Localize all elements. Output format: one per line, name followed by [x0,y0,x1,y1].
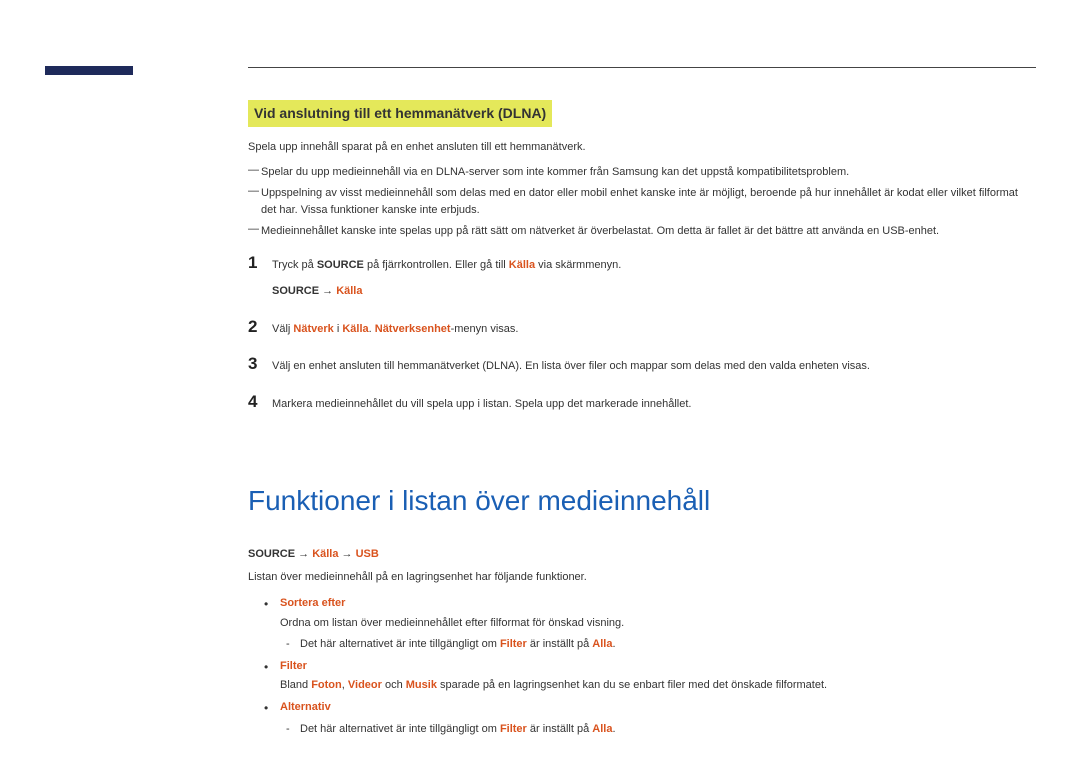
bullet-desc: Bland Foton, Videor och Musik sparade på… [280,677,1036,695]
step-text: -menyn visas. [451,323,519,335]
sub-text: . [612,723,615,735]
bullet-title: Filter [280,660,307,672]
bullet-filter: Filter Bland Foton, Videor och Musik spa… [264,658,1036,695]
step-text: Tryck på [272,259,317,271]
desc-red: Videor [348,679,382,691]
step-body: Välj en enhet ansluten till hemmanätverk… [272,358,1036,375]
desc-text: och [382,679,406,691]
nav-source-label: SOURCE [272,285,319,297]
step-body: Markera medieinnehållet du vill spela up… [272,396,1036,413]
step-red: Nätverksenhet [375,323,451,335]
sub-red: Alla [592,723,612,735]
step-body: Välj Nätverk i Källa. Nätverksenhet-meny… [272,321,1036,338]
step-4: 4 Markera medieinnehållet du vill spela … [248,393,1036,413]
nav-arrow: → [319,285,336,297]
bullet-title: Alternativ [280,701,331,713]
sub-text: är inställt på [527,723,592,735]
sub-text: Det här alternativet är inte tillgänglig… [300,638,500,650]
section-intro: Spela upp innehåll sparat på en enhet an… [248,139,1036,156]
sub-text: Det här alternativet är inte tillgänglig… [300,723,500,735]
step-number: 1 [248,254,272,271]
step-number: 2 [248,318,272,335]
bullet-desc: Ordna om listan över medieinnehållet eft… [280,615,1036,633]
nav-arrow: → [295,548,312,560]
desc-text: Bland [280,679,311,691]
nav-usb: USB [356,548,379,560]
step-number: 4 [248,393,272,410]
step-text: via skärmmenyn. [535,259,621,271]
step-red: Källa [342,323,368,335]
desc-text: sparade på en lagringsenhet kan du se en… [437,679,827,691]
step-text: Välj [272,323,293,335]
step-red: Nätverk [293,323,333,335]
main-content: Vid anslutning till ett hemmanätverk (DL… [248,100,1036,742]
bullet-title: Sortera efter [280,597,345,609]
sub-red: Filter [500,638,527,650]
section-desc: Listan över medieinnehåll på en lagrings… [248,569,1036,586]
step-number: 3 [248,355,272,372]
sub-text: . [612,638,615,650]
header-accent-bar [45,66,133,75]
note-item: Spelar du upp medieinnehåll via en DLNA-… [248,164,1036,181]
notes-list: Spelar du upp medieinnehåll via en DLNA-… [248,164,1036,240]
sub-red: Alla [592,638,612,650]
header-divider [248,67,1036,68]
bullet-alternativ: Alternativ Det här alternativet är inte … [264,699,1036,738]
step-3: 3 Välj en enhet ansluten till hemmanätve… [248,355,1036,375]
nav-kalla: Källa [312,548,338,560]
step-bold: SOURCE [317,259,364,271]
step-1: 1 Tryck på SOURCE på fjärrkontrollen. El… [248,254,1036,300]
desc-red: Musik [406,679,437,691]
steps-list: 1 Tryck på SOURCE på fjärrkontrollen. El… [248,254,1036,413]
nav-source-label: SOURCE [248,548,295,560]
step-text: på fjärrkontrollen. Eller gå till [364,259,509,271]
note-item: Uppspelning av visst medieinnehåll som d… [248,185,1036,218]
sub-note: Det här alternativet är inte tillgänglig… [280,721,1036,739]
bullet-list: Sortera efter Ordna om listan över medie… [248,595,1036,738]
section-title-dlna: Vid anslutning till ett hemmanätverk (DL… [248,100,552,127]
section-title-functions: Funktioner i listan över medieinnehåll [248,480,1036,522]
step-body: Tryck på SOURCE på fjärrkontrollen. Elle… [272,257,1036,300]
nav-kalla: Källa [336,285,362,297]
sub-red: Filter [500,723,527,735]
nav-path: SOURCE → Källa → USB [248,546,1036,563]
bullet-sortera: Sortera efter Ordna om listan över medie… [264,595,1036,654]
desc-red: Foton [311,679,342,691]
step-red: Källa [509,259,535,271]
note-item: Medieinnehållet kanske inte spelas upp p… [248,223,1036,240]
sub-text: är inställt på [527,638,592,650]
sub-note: Det här alternativet är inte tillgänglig… [280,636,1036,654]
nav-arrow: → [338,548,355,560]
step-2: 2 Välj Nätverk i Källa. Nätverksenhet-me… [248,318,1036,338]
nav-path: SOURCE → Källa [272,283,1036,300]
